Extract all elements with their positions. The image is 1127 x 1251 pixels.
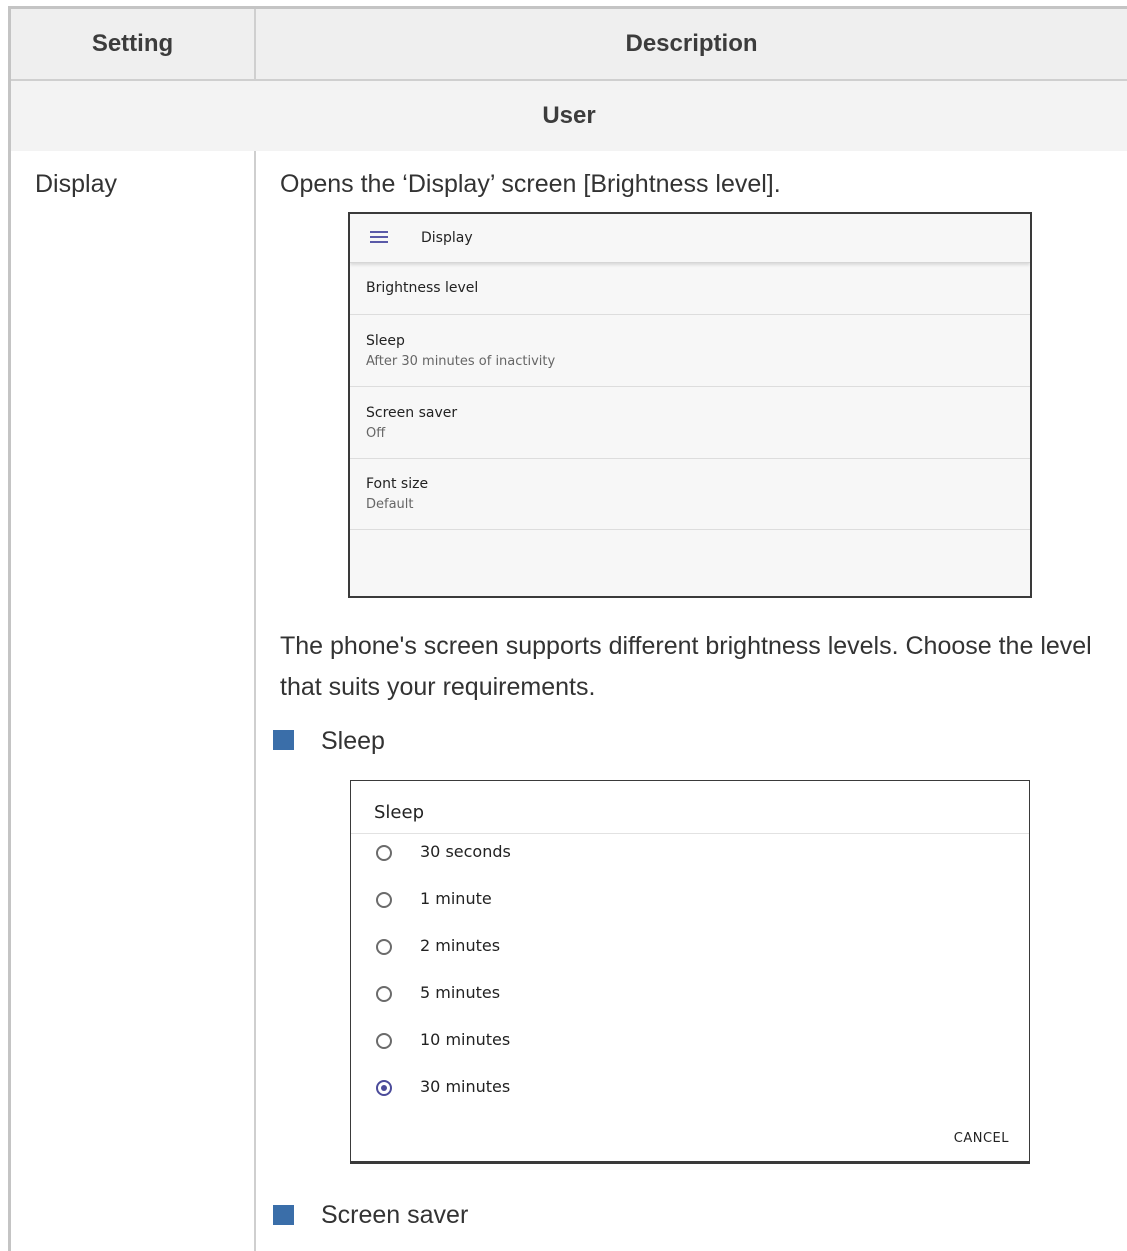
- display-item-label: Brightness level: [366, 280, 479, 296]
- radio-button-icon[interactable]: [376, 845, 392, 861]
- sleep-option-label: 30 seconds: [420, 842, 511, 861]
- display-item-brightness[interactable]: Brightness level: [350, 263, 1030, 315]
- bullet-label-screen-saver: Screen saver: [321, 1201, 469, 1229]
- settings-table-page: Setting Description User Display Opens t…: [0, 0, 1127, 1251]
- sleep-option[interactable]: 10 minutes: [351, 1028, 1029, 1058]
- sleep-option[interactable]: 30 seconds: [351, 840, 1029, 870]
- radio-button-selected-icon[interactable]: [376, 1080, 392, 1096]
- bullet-square-icon: [273, 730, 294, 750]
- display-screen-title: Display: [421, 230, 473, 246]
- display-item-label: Screen saver: [366, 405, 458, 421]
- sleep-dialog-figure: Sleep 30 seconds 1 minute 2 minutes 5 mi…: [350, 780, 1030, 1164]
- sleep-dialog-title: Sleep: [374, 802, 425, 823]
- description-intro: Opens the ‘Display’ screen [Brightness l…: [280, 170, 781, 198]
- table-header-row: Setting Description: [11, 9, 1127, 81]
- sleep-option[interactable]: 2 minutes: [351, 934, 1029, 964]
- sleep-option-label: 5 minutes: [420, 983, 501, 1002]
- bullet-label-sleep: Sleep: [321, 727, 385, 755]
- sleep-option-selected[interactable]: 30 minutes: [351, 1075, 1029, 1105]
- description-paragraph: The phone's screen supports different br…: [280, 632, 1092, 701]
- hamburger-menu-icon[interactable]: [370, 231, 388, 243]
- setting-name-display: Display: [35, 170, 117, 198]
- radio-button-icon[interactable]: [376, 1033, 392, 1049]
- display-screen-figure: Display Brightness level Sleep After 30 …: [348, 212, 1032, 598]
- sleep-option-label: 10 minutes: [420, 1030, 511, 1049]
- radio-button-icon[interactable]: [376, 892, 392, 908]
- display-item-label: Font size: [366, 476, 429, 492]
- header-setting: Setting: [91, 30, 174, 57]
- header-description: Description: [625, 30, 758, 57]
- radio-button-icon[interactable]: [376, 939, 392, 955]
- column-divider: [254, 151, 256, 1251]
- radio-button-icon[interactable]: [376, 986, 392, 1002]
- display-item-label: Sleep: [366, 333, 405, 349]
- sleep-option-label: 2 minutes: [420, 936, 501, 955]
- display-item-sub: Off: [366, 426, 386, 441]
- display-item-screen-saver[interactable]: Screen saver Off: [350, 387, 1030, 459]
- sleep-option-label: 30 minutes: [420, 1077, 511, 1096]
- display-item-sleep[interactable]: Sleep After 30 minutes of inactivity: [350, 315, 1030, 387]
- display-item-sub: After 30 minutes of inactivity: [366, 354, 556, 369]
- display-item-sub: Default: [366, 497, 414, 512]
- sleep-dialog-separator: [351, 833, 1029, 834]
- sleep-option-label: 1 minute: [420, 889, 492, 908]
- display-app-bar: Display: [350, 214, 1030, 263]
- cancel-button[interactable]: CANCEL: [954, 1131, 1009, 1146]
- group-row-user: User: [11, 81, 1127, 151]
- table-border-left: [8, 6, 11, 1251]
- sleep-option[interactable]: 5 minutes: [351, 981, 1029, 1011]
- display-item-font-size[interactable]: Font size Default: [350, 459, 1030, 530]
- bullet-square-icon: [273, 1205, 294, 1225]
- sleep-option[interactable]: 1 minute: [351, 887, 1029, 917]
